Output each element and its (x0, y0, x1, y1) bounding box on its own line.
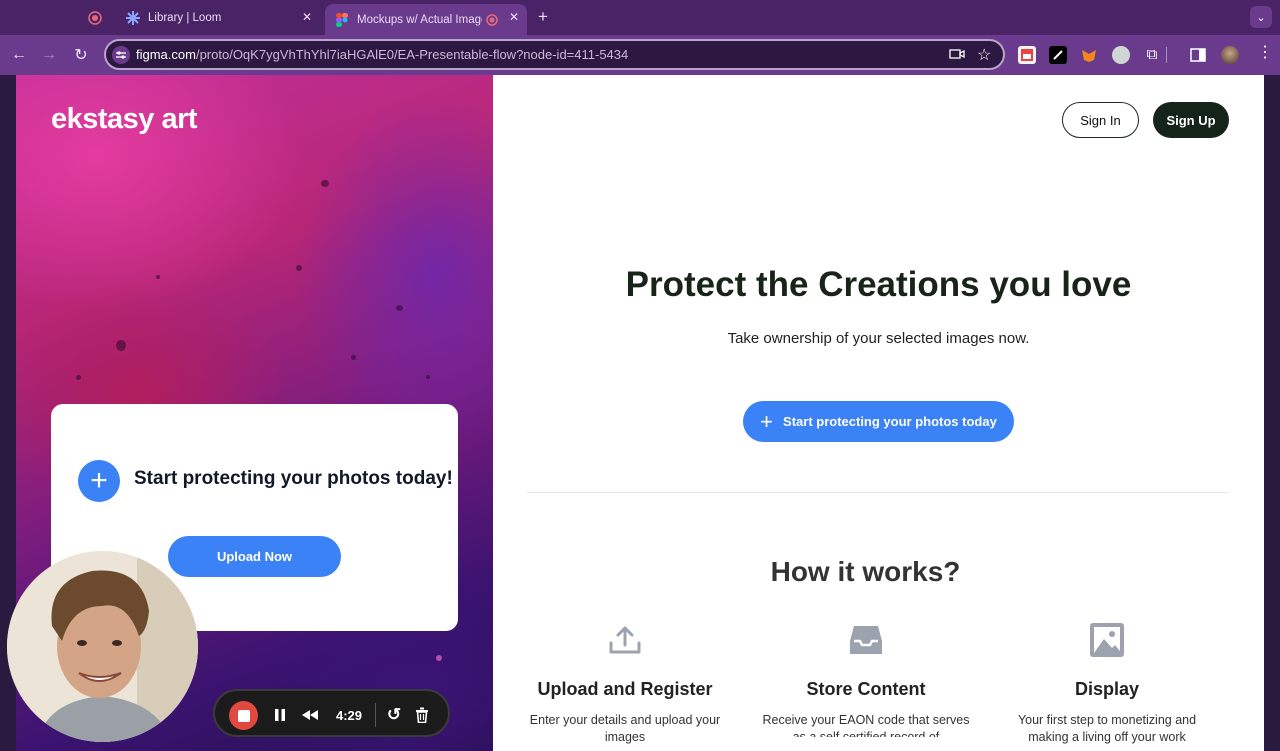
web-page: ekstasy art + Start protecting your phot… (16, 75, 1264, 751)
loom-icon (126, 10, 140, 25)
upload-icon (505, 615, 745, 665)
speck (296, 265, 302, 271)
button-label: Start protecting your photos today (783, 414, 997, 429)
browser-tab-bar: Library | Loom ✕ Mockups w/ Actual Image… (0, 0, 1280, 35)
stop-icon (237, 709, 250, 722)
extension-calendar-icon[interactable] (1018, 46, 1036, 64)
bookmark-star-icon[interactable]: ☆ (977, 45, 991, 65)
step-title: Store Content (806, 679, 926, 699)
url-text: figma.com/proto/OqK7ygVhThYhl7iaHGAlE0/E… (136, 47, 628, 62)
tab-library-loom[interactable]: Library | Loom (126, 4, 321, 31)
step-description: Your first step to monetizing and making… (1017, 713, 1197, 744)
hero-subtitle: Take ownership of your selected images n… (727, 330, 1030, 347)
speck (76, 375, 81, 380)
side-panel-icon[interactable] (1189, 46, 1207, 64)
profile-avatar[interactable] (1221, 46, 1239, 64)
close-tab-icon[interactable]: ✕ (506, 9, 522, 25)
brand-logo[interactable]: ekstasy art (51, 103, 198, 136)
restart-icon[interactable]: ↺ (383, 703, 405, 727)
camera-icon[interactable] (949, 47, 965, 66)
extensions-puzzle-icon[interactable]: ⧉ (1143, 46, 1161, 64)
section-divider (527, 492, 1229, 493)
upload-now-button[interactable]: Upload Now (168, 536, 341, 577)
step-store: Store Content Receive your EAON code tha… (746, 615, 986, 737)
site-settings-icon[interactable] (112, 46, 130, 64)
extension-shield-icon[interactable] (1112, 46, 1130, 64)
sign-in-button[interactable]: Sign In (1062, 102, 1139, 138)
stop-recording-button[interactable] (229, 701, 258, 730)
speck (396, 305, 403, 311)
recording-icon (486, 13, 498, 26)
toolbar-divider (1166, 47, 1167, 63)
more-menu-icon[interactable]: ⋮ (1257, 45, 1273, 61)
tab-label: Library | Loom (148, 11, 222, 24)
new-tab-icon[interactable]: + (535, 7, 551, 26)
loom-recording-controls: 4:29 ↺ (213, 689, 450, 737)
inbox-icon (746, 615, 986, 665)
speck (116, 340, 126, 351)
controls-divider (375, 703, 376, 727)
card-title: Start protecting your photos today! (134, 468, 453, 489)
image-icon (987, 615, 1227, 665)
figma-icon (335, 12, 349, 27)
browser-toolbar: ← → ↻ figma.com/proto/OqK7ygVhThYhl7iaHG… (0, 35, 1280, 75)
step-title: Upload and Register (537, 679, 713, 699)
tab-search-icon[interactable]: ⌄ (1250, 6, 1272, 28)
plus-icon: + (760, 408, 774, 434)
hero-title: Protect the Creations you love (625, 265, 1132, 304)
speck (351, 355, 356, 360)
speck (321, 180, 329, 187)
close-tab-icon[interactable]: ✕ (299, 9, 315, 25)
address-bar[interactable]: figma.com/proto/OqK7ygVhThYhl7iaHGAlE0/E… (104, 39, 1005, 70)
step-upload: Upload and Register Enter your details a… (505, 615, 745, 746)
presenter-face (7, 551, 198, 742)
tab-label: Mockups w/ Actual Image (357, 13, 482, 26)
step-description: Enter your details and upload your image… (529, 713, 721, 744)
start-protecting-button[interactable]: + Start protecting your photos today (743, 401, 1014, 442)
speck (156, 275, 160, 279)
sign-up-button[interactable]: Sign Up (1153, 102, 1229, 138)
back-icon[interactable]: ← (7, 43, 31, 67)
pause-icon[interactable] (269, 703, 291, 727)
url-host: figma.com (136, 47, 196, 62)
tab-recording[interactable] (88, 4, 110, 31)
extension-pen-icon[interactable] (1049, 46, 1067, 64)
how-it-works-title: How it works? (770, 556, 961, 587)
delete-icon[interactable] (411, 703, 433, 727)
metamask-icon[interactable] (1080, 46, 1098, 64)
reload-icon[interactable]: ↻ (69, 43, 93, 67)
speck (436, 655, 442, 661)
webcam-bubble[interactable] (7, 551, 198, 742)
speck (426, 375, 430, 379)
rewind-icon[interactable] (299, 703, 321, 727)
plus-icon[interactable]: + (78, 460, 120, 502)
forward-icon[interactable]: → (37, 43, 61, 67)
recording-timer: 4:29 (335, 707, 363, 723)
step-description: Receive your EAON code that serves as a … (762, 713, 970, 737)
recording-icon (88, 10, 102, 25)
landing-content: Sign In Sign Up Protect the Creations yo… (493, 75, 1264, 751)
tab-mockups[interactable]: Mockups w/ Actual Image (325, 4, 527, 35)
url-path: /proto/OqK7ygVhThYhl7iaHGAlE0/EA-Present… (195, 47, 629, 62)
step-display: Display Your first step to monetizing an… (987, 615, 1227, 746)
step-title: Display (1074, 679, 1140, 699)
